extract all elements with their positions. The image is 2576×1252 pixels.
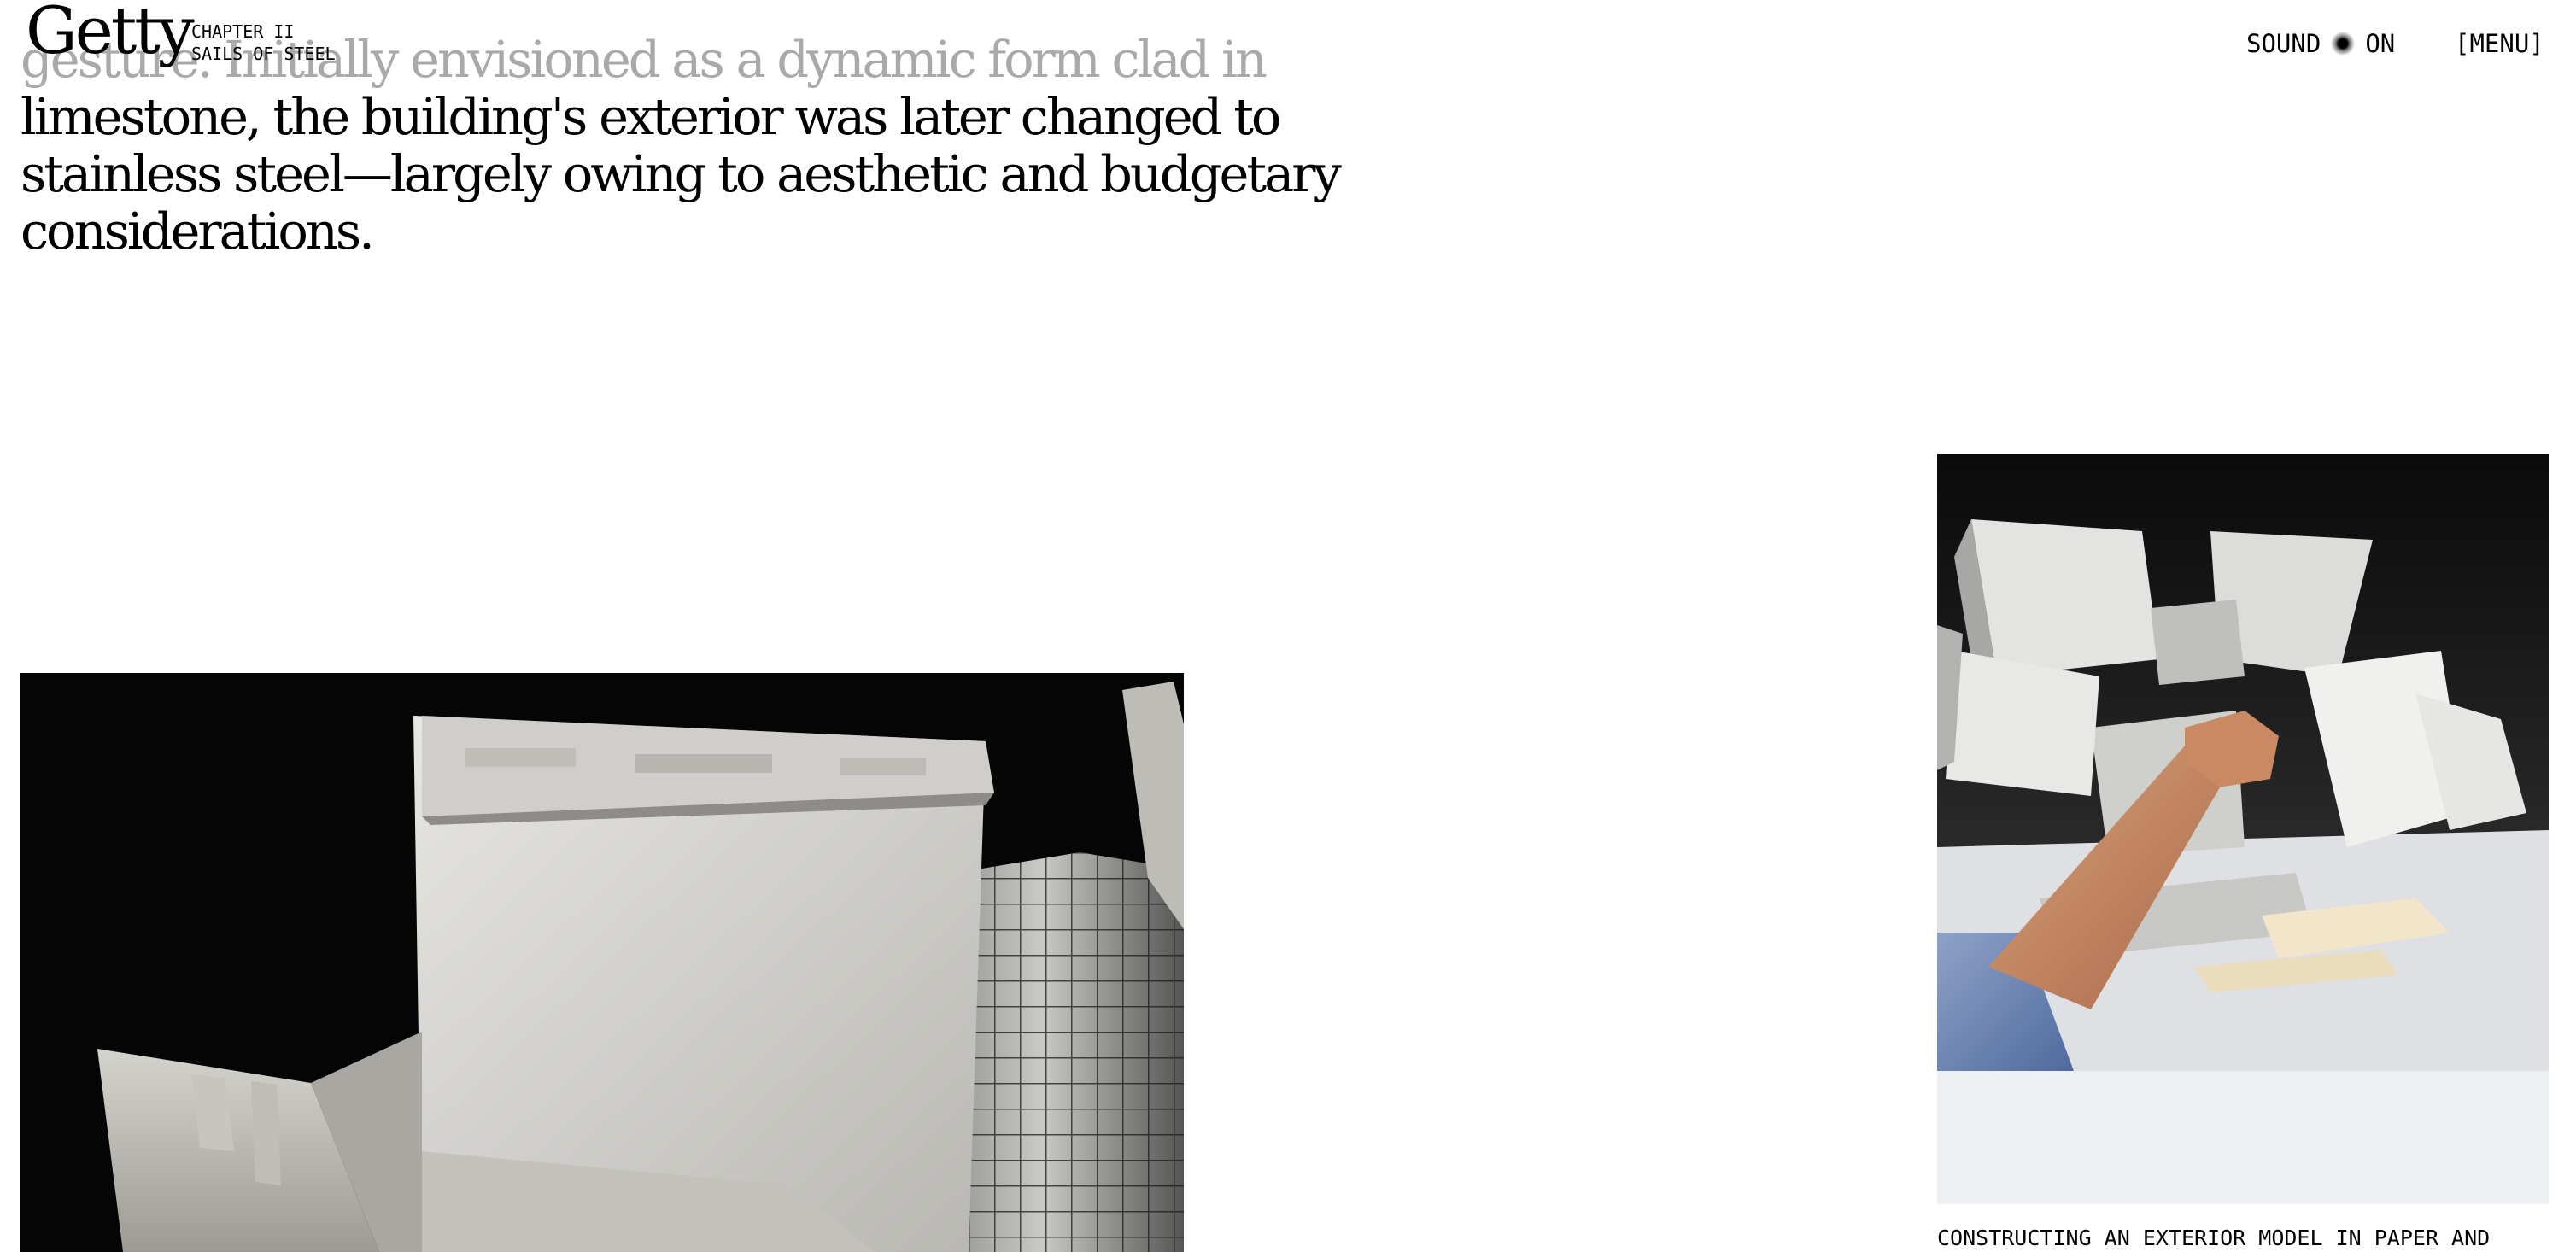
chapter-number: CHAPTER II [191,21,295,42]
getty-logo[interactable]: Getty [26,0,195,63]
paper-model-photo [20,673,1184,1252]
sound-toggle[interactable]: SOUND ON [2246,27,2395,60]
sound-state: ON [2365,29,2396,58]
paper-model-illustration [20,673,1184,1252]
figure-caption: CONSTRUCTING AN EXTERIOR MODEL IN PAPER … [1937,1226,2491,1250]
menu-button[interactable]: [MENU] [2455,27,2544,60]
model-construction-illustration [1937,454,2549,1204]
model-construction-photo [1937,454,2549,1204]
radio-dot-icon [2331,32,2356,56]
paragraph-line: stainless steel—largely owing to aesthet… [20,144,1342,203]
sound-label: SOUND [2246,29,2321,58]
chapter-indicator: CHAPTER II SAILS OF STEEL [191,20,336,65]
paragraph-line: limestone, the building's exterior was l… [20,87,1281,146]
chapter-title: SAILS OF STEEL [191,44,336,64]
paragraph-line: considerations. [20,202,375,260]
article-paragraph: gesture. Initially envisioned as a dynam… [20,31,1342,260]
